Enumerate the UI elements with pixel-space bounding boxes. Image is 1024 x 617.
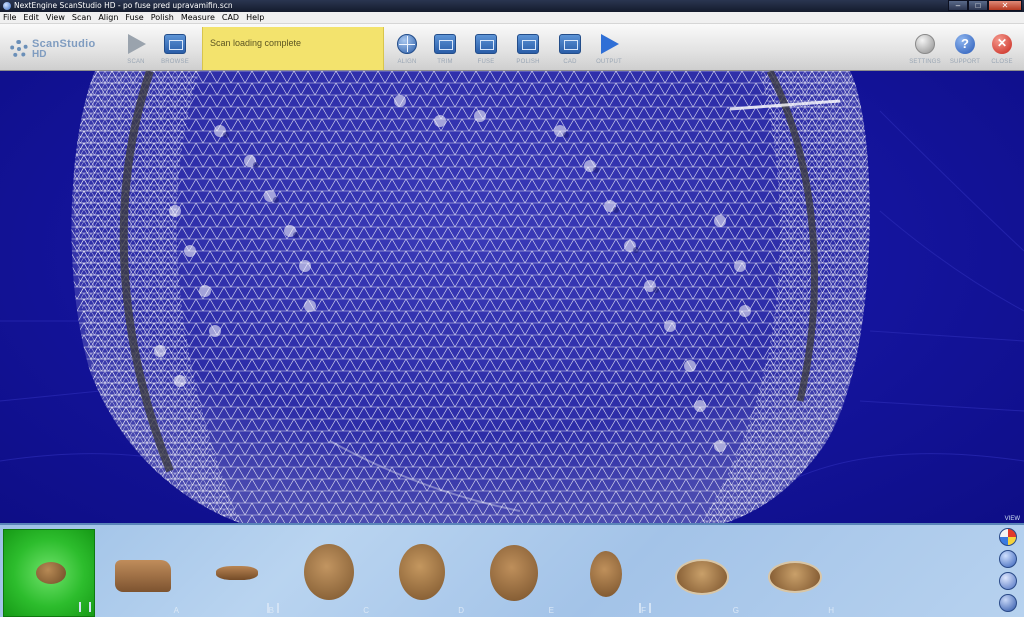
- scan-f-object-icon: [590, 551, 622, 597]
- thumbnail-letter-a: A: [173, 606, 179, 615]
- scan-g-object-icon: [675, 559, 729, 595]
- thumbnail-h[interactable]: H: [750, 529, 842, 617]
- scan-e-object-icon: [490, 545, 538, 601]
- thumbnail-letter-c: C: [363, 606, 369, 615]
- color-view-icon[interactable]: [999, 528, 1017, 546]
- window-title: NextEngine ScanStudio HD - po fuse pred …: [14, 1, 233, 10]
- window-controls: – □ ✕: [948, 0, 1022, 11]
- toolbox-icon: [517, 34, 539, 54]
- mesh-render: [0, 71, 1024, 523]
- settings-label: SETTINGS: [909, 59, 941, 65]
- cad-button[interactable]: CAD: [552, 32, 588, 68]
- fuse-button[interactable]: FUSE: [468, 32, 504, 68]
- fuse-label: FUSE: [477, 59, 495, 65]
- align-label: ALIGN: [397, 59, 417, 65]
- thumbnail-marker: [79, 602, 91, 612]
- 3d-viewport[interactable]: [0, 71, 1024, 523]
- play-icon: [128, 34, 146, 54]
- menu-edit[interactable]: Edit: [23, 13, 39, 22]
- align-button[interactable]: ALIGN: [389, 32, 425, 68]
- main-toolbar: ScanStudio HD SCAN BROWSE Scan loading c…: [0, 24, 1024, 71]
- scissors-icon: [434, 34, 456, 54]
- align-icon: [397, 34, 417, 54]
- thumbnail-marker: [639, 603, 651, 613]
- thumbnail-g[interactable]: G: [655, 529, 747, 617]
- view-controls: [999, 528, 1019, 616]
- scanstudio-logo: ScanStudio HD: [10, 38, 95, 60]
- status-panel: Scan loading complete: [202, 27, 384, 70]
- polish-label: POLISH: [516, 59, 540, 65]
- gear-logo-icon: [10, 40, 28, 58]
- window-close-button[interactable]: ✕: [988, 0, 1022, 11]
- menu-bar: File Edit View Scan Align Fuse Polish Me…: [0, 12, 1024, 24]
- view-label: VIEW: [1004, 516, 1020, 522]
- scan-d-object-icon: [399, 544, 445, 600]
- close-label: CLOSE: [991, 59, 1013, 65]
- menu-scan[interactable]: Scan: [72, 13, 91, 22]
- thumbnail-e[interactable]: E: [470, 529, 562, 617]
- thumbnail-a[interactable]: A: [95, 529, 187, 617]
- menu-help[interactable]: Help: [246, 13, 264, 22]
- thumbnail-letter-g: G: [732, 606, 739, 615]
- cube-icon: [475, 34, 497, 54]
- help-icon: ?: [955, 34, 975, 54]
- settings-button[interactable]: SETTINGS: [907, 32, 943, 68]
- cad-icon: [559, 34, 581, 54]
- wireframe-view-icon[interactable]: [999, 594, 1017, 612]
- thumbnail-d[interactable]: D: [380, 529, 472, 617]
- fused-object-icon: [36, 562, 66, 584]
- thumbnail-f[interactable]: F: [562, 529, 654, 617]
- minimize-button[interactable]: –: [948, 0, 968, 11]
- polish-button[interactable]: POLISH: [510, 32, 546, 68]
- scan-thumbnail-strip: A B C D E F G H VIEW: [0, 516, 1024, 617]
- menu-file[interactable]: File: [3, 13, 16, 22]
- thumbnail-letter-e: E: [548, 606, 554, 615]
- thumbnail-b[interactable]: B: [190, 529, 282, 617]
- browse-label: BROWSE: [161, 59, 189, 65]
- logo-suffix: HD: [32, 49, 47, 60]
- scan-b-object-icon: [216, 566, 258, 580]
- scan-h-object-icon: [768, 561, 822, 593]
- menu-cad[interactable]: CAD: [222, 13, 239, 22]
- app-icon: [3, 2, 11, 10]
- output-label: OUTPUT: [596, 59, 622, 65]
- scan-c-object-icon: [304, 544, 354, 600]
- settings-icon: [915, 34, 935, 54]
- scan-button[interactable]: SCAN: [118, 32, 154, 68]
- thumbnail-c[interactable]: C: [285, 529, 377, 617]
- points-view-icon[interactable]: [999, 572, 1017, 590]
- thumbnail-letter-d: D: [458, 606, 464, 615]
- thumbnail-marker: [267, 603, 279, 613]
- title-bar: NextEngine ScanStudio HD - po fuse pred …: [0, 0, 1024, 12]
- solid-view-icon[interactable]: [999, 550, 1017, 568]
- maximize-button[interactable]: □: [968, 0, 988, 11]
- trim-button[interactable]: TRIM: [427, 32, 463, 68]
- support-button[interactable]: ? SUPPORT: [947, 32, 983, 68]
- output-arrow-icon: [601, 34, 619, 54]
- menu-fuse[interactable]: Fuse: [125, 13, 143, 22]
- menu-view[interactable]: View: [46, 13, 65, 22]
- support-label: SUPPORT: [949, 59, 981, 65]
- browse-button[interactable]: BROWSE: [157, 32, 193, 68]
- trim-label: TRIM: [437, 59, 453, 65]
- menu-polish[interactable]: Polish: [151, 13, 174, 22]
- menu-align[interactable]: Align: [98, 13, 118, 22]
- close-icon: ✕: [992, 34, 1012, 54]
- scan-label: SCAN: [127, 59, 145, 65]
- menu-measure[interactable]: Measure: [181, 13, 215, 22]
- scan-a-object-icon: [115, 560, 171, 592]
- output-button[interactable]: OUTPUT: [591, 32, 627, 68]
- close-button[interactable]: ✕ CLOSE: [984, 32, 1020, 68]
- thumbnail-fused[interactable]: [3, 529, 95, 617]
- thumbnail-letter-h: H: [828, 606, 834, 615]
- cad-label: CAD: [563, 59, 577, 65]
- folder-icon: [164, 34, 186, 54]
- status-text: Scan loading complete: [210, 38, 302, 48]
